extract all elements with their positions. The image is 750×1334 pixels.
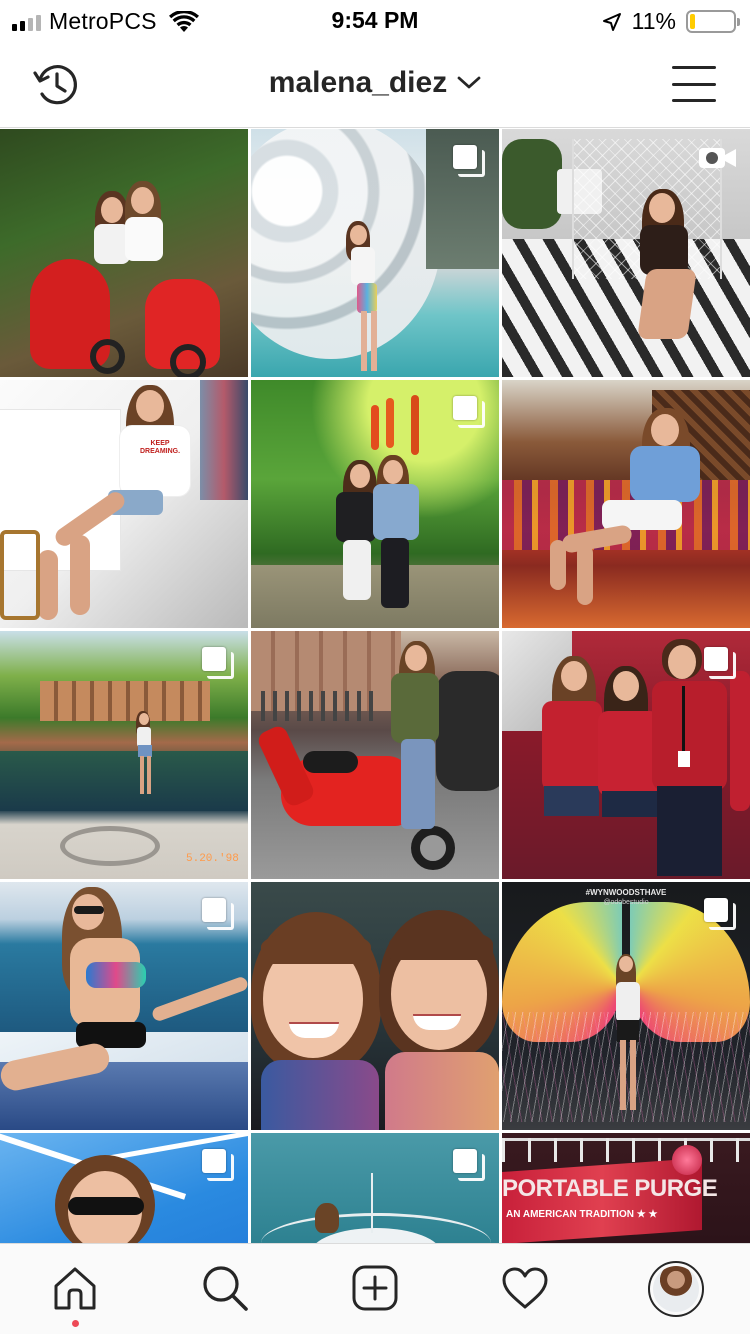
search-icon: [203, 1266, 248, 1311]
video-camera-icon: [699, 148, 736, 168]
account-switcher[interactable]: malena_diez: [0, 66, 750, 100]
profile-username: malena_diez: [268, 66, 448, 99]
event-sign-title: PORTABLE PURGE: [502, 1175, 718, 1202]
post-thumbnail[interactable]: [251, 631, 499, 879]
post-image: [0, 129, 248, 377]
shirt-print: KEEP DREAMING.: [140, 440, 181, 455]
battery-level: [690, 14, 695, 29]
home-icon: [54, 1267, 96, 1310]
tab-search[interactable]: [199, 1262, 251, 1314]
multiple-photos-icon: [704, 647, 736, 679]
post-image: PORTABLE PURGE AN AMERICAN TRADITION ★ ★: [502, 1133, 750, 1243]
multiple-photos-icon: [453, 145, 485, 177]
post-thumbnail[interactable]: [0, 1133, 248, 1243]
post-thumbnail[interactable]: [502, 631, 750, 879]
mural-hashtag: #WYNWOODSTHAVE: [585, 888, 667, 897]
tab-activity[interactable]: [499, 1262, 551, 1314]
post-image: [251, 882, 499, 1130]
chevron-down-icon: [457, 76, 481, 89]
post-thumbnail[interactable]: [0, 882, 248, 1130]
photo-date-stamp: 5.20.'98: [186, 853, 239, 865]
status-right: 11%: [602, 8, 740, 35]
multiple-photos-icon: [202, 1149, 234, 1181]
avatar: [653, 1266, 699, 1312]
multiple-photos-icon: [202, 647, 234, 679]
multiple-photos-icon: [453, 1149, 485, 1181]
tab-new-post[interactable]: [349, 1262, 401, 1314]
post-thumbnail[interactable]: [502, 380, 750, 628]
post-thumbnail[interactable]: #WYNWOODSTHAVE @odobestudio: [502, 882, 750, 1130]
post-thumbnail[interactable]: [0, 129, 248, 377]
tab-home[interactable]: [49, 1262, 101, 1314]
multiple-photos-icon: [202, 898, 234, 930]
mural-handle: @odobestudio: [603, 899, 649, 906]
posts-grid: KEEP DREAMING. 5.20.'98 #WYNWOODSTHAVE @…: [0, 129, 750, 1243]
add-post-icon: [352, 1265, 398, 1311]
status-bar: MetroPCS 9:54 PM 11%: [0, 0, 750, 40]
post-image: [502, 380, 750, 628]
hamburger-menu-icon[interactable]: [672, 64, 716, 104]
multiple-photos-icon: [704, 898, 736, 930]
post-image: KEEP DREAMING.: [0, 380, 248, 628]
bottom-tab-bar: [0, 1243, 750, 1334]
battery-icon: [686, 10, 740, 33]
post-thumbnail[interactable]: KEEP DREAMING.: [0, 380, 248, 628]
post-thumbnail[interactable]: [251, 882, 499, 1130]
battery-percent: 11%: [631, 8, 676, 34]
heart-icon: [502, 1267, 548, 1309]
post-thumbnail[interactable]: [251, 129, 499, 377]
post-image: [251, 631, 499, 879]
profile-header: malena_diez: [0, 40, 750, 128]
post-thumbnail[interactable]: [251, 1133, 499, 1243]
post-thumbnail[interactable]: PORTABLE PURGE AN AMERICAN TRADITION ★ ★: [502, 1133, 750, 1243]
notification-dot: [72, 1320, 79, 1327]
post-thumbnail[interactable]: [502, 129, 750, 377]
post-thumbnail[interactable]: 5.20.'98: [0, 631, 248, 879]
multiple-photos-icon: [453, 396, 485, 428]
tab-profile-avatar[interactable]: [648, 1261, 704, 1317]
location-arrow-icon: [602, 12, 621, 31]
event-sign-subtitle: AN AMERICAN TRADITION ★ ★: [506, 1209, 658, 1220]
post-thumbnail[interactable]: [251, 380, 499, 628]
